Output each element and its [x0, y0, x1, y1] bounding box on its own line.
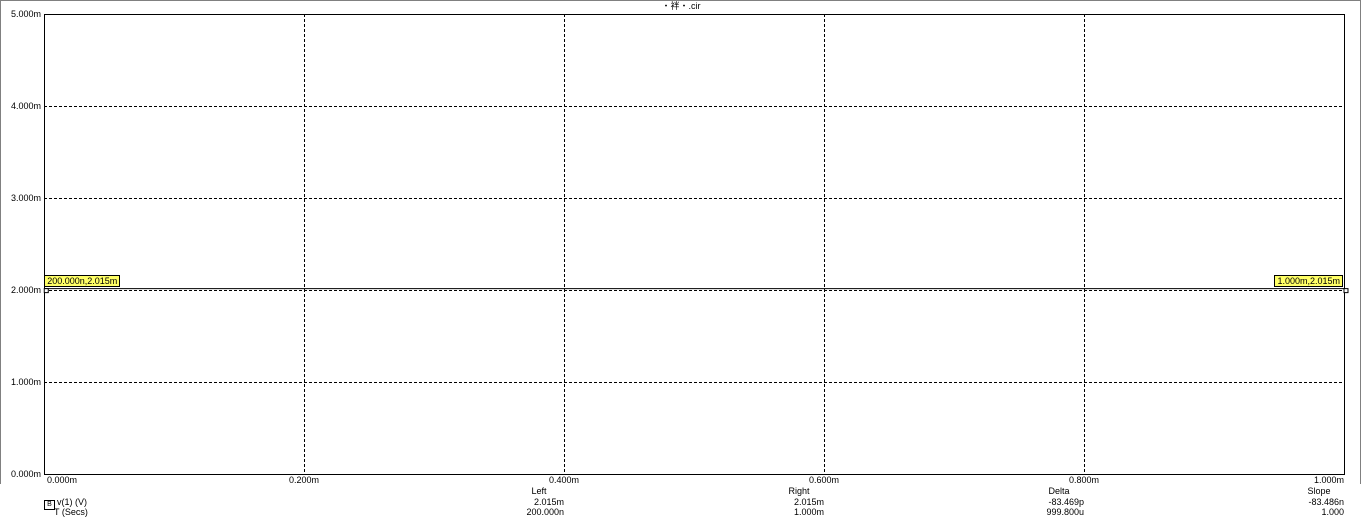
x-tick-label: 0.800m — [1069, 475, 1099, 484]
delta-y-value: -83.469p — [1048, 496, 1084, 507]
cursor-marker — [43, 288, 49, 294]
delta-column: Delta -83.469p 999.800u — [994, 486, 1084, 518]
right-header: Right — [788, 486, 810, 496]
x-axis-unit: T (Secs) — [54, 507, 88, 517]
measurement-footer: Bv(1) (V) T (Secs) Left 2.015m 200.000n … — [0, 484, 1362, 522]
y-tick-label: 2.000m — [11, 285, 41, 295]
left-cursor-column: Left 2.015m 200.000n — [474, 486, 564, 518]
plot-window: ・袢・.cir 0.000m 1.000m 2.000m 3.000m 4.000m 5.… — [0, 0, 1362, 522]
x-tick-label: 0.000m — [47, 475, 77, 484]
x-tick-label: 0.600m — [809, 475, 839, 484]
left-y-value: 2.015m — [533, 496, 564, 507]
slope-column: Slope -83.486n 1.000 — [1254, 486, 1344, 518]
left-header: Left — [531, 486, 547, 496]
y-tick-label: 0.000m — [11, 469, 41, 479]
x-tick-label: 0.200m — [289, 475, 319, 484]
y-tick-label: 3.000m — [11, 193, 41, 203]
x-tick-label: 1.000m — [1314, 475, 1344, 484]
right-cursor-label[interactable]: 1.000m,2.015m — [1274, 274, 1343, 287]
right-y-value: 2.015m — [793, 496, 824, 507]
cursor-marker — [1343, 288, 1349, 294]
right-x-value: 1.000m — [793, 507, 824, 517]
y-tick-label: 4.000m — [11, 101, 41, 111]
y-tick-label: 1.000m — [11, 377, 41, 387]
delta-header: Delta — [1048, 486, 1070, 496]
plot-area — [44, 14, 1345, 475]
left-cursor-label[interactable]: 200.000n,2.015m — [44, 274, 121, 287]
chart[interactable]: 0.000m 1.000m 2.000m 3.000m 4.000m 5.000m 0.00… — [0, 0, 1362, 484]
slope-header: Slope — [1307, 486, 1331, 496]
slope-y-value: -83.486n — [1308, 496, 1344, 507]
right-cursor-column: Right 2.015m 1.000m — [734, 486, 824, 518]
slope-x-value: 1.000 — [1321, 507, 1344, 517]
delta-x-value: 999.800u — [1046, 507, 1084, 517]
x-tick-label: 0.400m — [549, 475, 579, 484]
y-tick-label: 5.000m — [11, 9, 41, 19]
left-x-value: 200.000n — [526, 507, 564, 517]
trace-name: v(1) (V) — [57, 497, 87, 507]
